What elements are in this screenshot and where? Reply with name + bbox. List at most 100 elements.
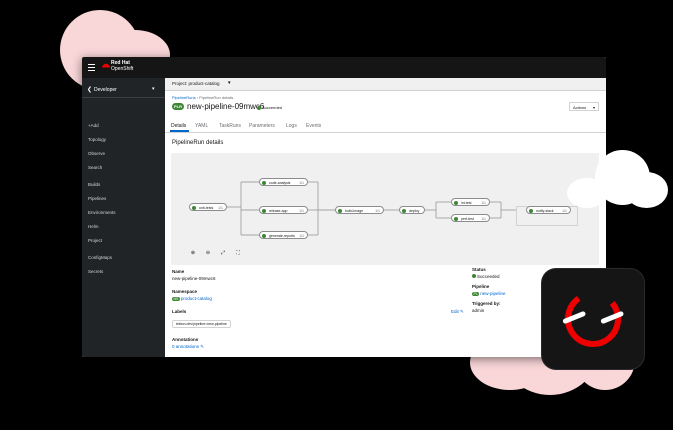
nav-configmaps[interactable]: ConfigMaps xyxy=(88,255,112,260)
tab-details[interactable]: Details xyxy=(171,123,186,129)
pipeline-graph[interactable]: unit-tests 1/1 code-analysis 1/1 release-a… xyxy=(171,153,599,265)
task-progress: 1/1 xyxy=(299,181,304,185)
task-name: int-test xyxy=(461,201,472,205)
edit-text: Edit xyxy=(451,309,459,314)
nav-pipelines[interactable]: Pipelines xyxy=(88,196,106,201)
labels-label: Labels xyxy=(172,309,187,314)
task-name: release-app xyxy=(269,209,288,213)
nav-helm[interactable]: Helm xyxy=(88,224,99,229)
namespace-badge: NS xyxy=(172,297,180,301)
perspective-label: Developer xyxy=(94,87,117,93)
cloud-decoration-right-2 xyxy=(567,178,607,208)
name-label: Name xyxy=(172,269,185,274)
labels-edit-link[interactable]: Edit ✎ xyxy=(451,309,464,315)
nav-topology[interactable]: Topology xyxy=(88,137,106,142)
tab-logs[interactable]: Logs xyxy=(286,123,297,129)
task-node-generate-reports[interactable]: generate-reports 1/1 xyxy=(259,231,308,239)
tab-parameters[interactable]: Parameters xyxy=(249,123,275,129)
active-tab-indicator xyxy=(170,130,189,132)
status-badge: Succeeded xyxy=(257,105,282,110)
nav-builds[interactable]: Builds xyxy=(88,182,100,187)
namespace-link[interactable]: NS product-catalog xyxy=(172,296,212,301)
label-chip: tekton.dev/pipeline=new-pipeline xyxy=(172,320,231,328)
tab-events[interactable]: Events xyxy=(306,123,321,129)
openshift-app-icon xyxy=(542,269,644,369)
task-progress: 1/1 xyxy=(481,217,486,221)
openshift-logo-icon xyxy=(562,291,624,347)
status-label: Status xyxy=(472,267,486,272)
task-node-unit-tests[interactable]: unit-tests 1/1 xyxy=(189,203,227,211)
success-icon xyxy=(262,208,266,213)
tab-bar: Details YAML TaskRuns Parameters Logs Ev… xyxy=(165,120,606,133)
status-value: Succeeded xyxy=(472,274,500,279)
breadcrumb-current: PipelineRun details xyxy=(199,95,234,100)
console-window: Red Hat OpenShift ❮ Developer ▾ +Add Top… xyxy=(82,57,606,357)
task-node-int-test[interactable]: int-test 1/1 xyxy=(451,198,490,206)
expand-icon[interactable]: ⛶ xyxy=(232,248,244,258)
success-icon xyxy=(262,180,266,185)
perspective-switcher[interactable]: ❮ Developer ▾ xyxy=(82,84,165,98)
pencil-icon: ✎ xyxy=(200,344,205,349)
masthead: Red Hat OpenShift xyxy=(82,57,606,78)
nav-project[interactable]: Project xyxy=(88,238,102,243)
task-node-build-image[interactable]: build-image 1/1 xyxy=(335,206,384,214)
task-name: code-analysis xyxy=(269,181,291,185)
success-icon xyxy=(257,105,261,110)
task-progress: 1/1 xyxy=(375,209,380,213)
pipeline-value: new-pipeline xyxy=(480,291,506,296)
task-progress: 1/1 xyxy=(481,201,486,205)
triggered-by-label: Triggered by: xyxy=(472,301,501,306)
tab-taskruns[interactable]: TaskRuns xyxy=(219,123,241,129)
nav-environments[interactable]: Environments xyxy=(88,210,116,215)
success-icon xyxy=(338,208,342,213)
task-node-release-app[interactable]: release-app 1/1 xyxy=(259,206,308,214)
resource-badge: PLR xyxy=(172,103,184,110)
zoom-in-icon[interactable]: ⊕ xyxy=(187,248,199,258)
task-node-deploy[interactable]: deploy xyxy=(399,206,425,214)
actions-label: Actions xyxy=(573,105,587,110)
brand-name: Red Hat OpenShift xyxy=(111,60,133,72)
nav-secrets[interactable]: Secrets xyxy=(88,269,103,274)
pipeline-link[interactable]: PL new-pipeline xyxy=(472,291,506,296)
task-node-code-analysis[interactable]: code-analysis 1/1 xyxy=(259,178,308,186)
annotations-link[interactable]: 0 annotations ✎ xyxy=(172,344,204,350)
nav-observe[interactable]: Observe xyxy=(88,151,105,156)
annotations-label: Annotations xyxy=(172,337,199,342)
success-icon xyxy=(402,208,406,213)
task-progress: 1/1 xyxy=(218,206,223,210)
nav-add[interactable]: +Add xyxy=(88,123,99,128)
project-label: Project: product-catalog xyxy=(172,81,220,86)
task-name: build-image xyxy=(345,209,364,213)
fit-to-screen-icon[interactable]: ⤢ xyxy=(217,248,229,258)
actions-dropdown[interactable]: Actions ▾ xyxy=(569,102,599,111)
success-icon xyxy=(262,233,266,238)
task-name: notify-slack xyxy=(536,209,554,213)
success-icon xyxy=(192,205,196,210)
tab-yaml[interactable]: YAML xyxy=(195,123,208,129)
annotations-value: 0 annotations xyxy=(172,344,200,349)
status-text: Succeeded xyxy=(262,105,283,110)
task-node-notify-slack[interactable]: notify-slack 1/1 xyxy=(526,206,571,214)
success-icon xyxy=(454,200,458,205)
task-progress: 1/1 xyxy=(562,209,567,213)
nav-search[interactable]: Search xyxy=(88,165,102,170)
task-name: deploy xyxy=(409,209,420,213)
project-selector[interactable]: Project: product-catalog ▾ xyxy=(165,78,606,91)
caret-down-icon: ▾ xyxy=(592,105,595,110)
task-name: unit-tests xyxy=(199,206,214,210)
task-node-perf-test[interactable]: perf-test 1/1 xyxy=(451,214,490,222)
caret-down-icon: ▾ xyxy=(152,86,155,92)
namespace-label: Namespace xyxy=(172,289,198,294)
status-value-text: Succeeded xyxy=(477,274,500,279)
sidebar: ❮ Developer ▾ +Add Topology Observe Sear… xyxy=(82,78,165,357)
zoom-out-icon[interactable]: ⊖ xyxy=(202,248,214,258)
redhat-logo-icon xyxy=(102,63,110,68)
task-name: generate-reports xyxy=(269,234,295,238)
hamburger-icon[interactable] xyxy=(88,64,95,73)
page-title: new-pipeline-09mwc6 xyxy=(187,102,265,111)
breadcrumb-pipelineruns-link[interactable]: PipelineRuns xyxy=(172,95,196,100)
caret-down-icon: ▾ xyxy=(228,80,231,86)
main-content: Project: product-catalog ▾ PipelineRuns … xyxy=(165,78,606,357)
breadcrumb: PipelineRuns › PipelineRun details xyxy=(172,95,233,100)
section-title: PipelineRun details xyxy=(172,140,224,146)
